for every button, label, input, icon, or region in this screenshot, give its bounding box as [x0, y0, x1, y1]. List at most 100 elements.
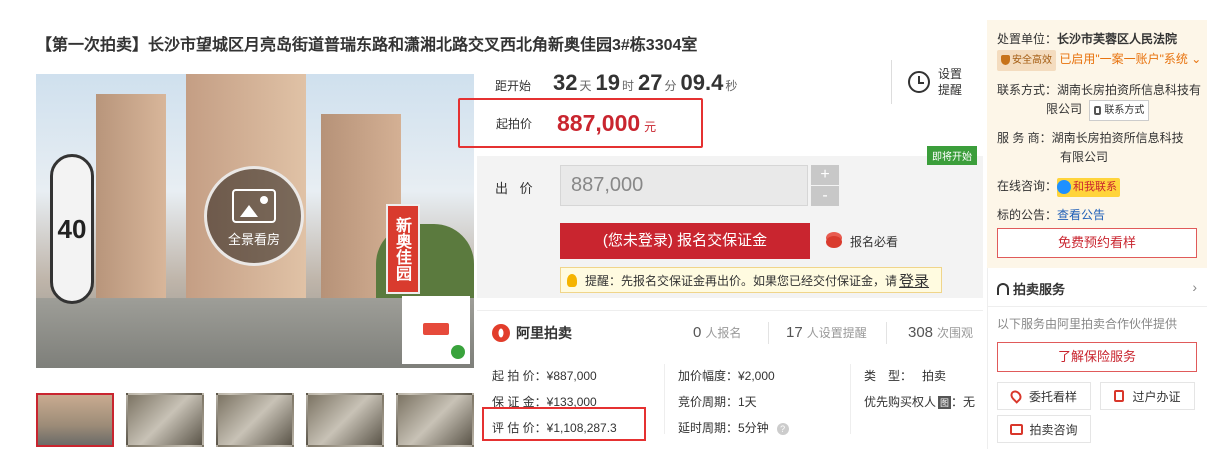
tip-text: 提醒：先报名交保证金再出价。如果您已经交付保证金，请 [585, 273, 898, 288]
divider [891, 60, 892, 104]
countdown-days-unit: 天 [579, 79, 592, 93]
divider [768, 322, 769, 344]
wechat-icon [451, 345, 465, 359]
services-desc: 以下服务由阿里拍卖合作伙伴提供 [997, 317, 1178, 331]
reminder-count: 17 人设置提醒 [786, 324, 867, 341]
headset-icon [997, 283, 1009, 295]
auction-consult-button[interactable]: 拍卖咨询 [997, 415, 1091, 443]
help-icon[interactable]: ? [776, 423, 789, 435]
countdown-seconds: 09.4 [680, 70, 724, 95]
document-icon [1114, 390, 1125, 402]
court-label: 处置单位： [997, 32, 1058, 46]
auction-consult-label: 拍卖咨询 [1029, 422, 1078, 437]
detail-increment: 加价幅度：¥2,000 [678, 369, 775, 383]
entrust-viewing-label: 委托看样 [1028, 389, 1077, 404]
countdown-hours: 19 [595, 70, 620, 95]
login-tip: 提醒：先报名交保证金再出价。如果您已经交付保证金，请 登录 [560, 267, 942, 293]
countdown-minutes-unit: 分 [664, 79, 677, 93]
detail-appraisal: 评 估 价：¥1,108,287.3 [492, 421, 617, 435]
info-tag-icon[interactable]: 图 [938, 396, 952, 409]
countdown-label: 距开始 [495, 79, 532, 93]
ali-auction-brand: 阿里拍卖 [516, 325, 572, 341]
book-viewing-button[interactable]: 免费预约看样 [997, 228, 1197, 258]
detail-type-value: 拍卖 [922, 369, 947, 383]
contact-badge[interactable]: 联系方式 [1089, 100, 1150, 121]
entrust-viewing-button[interactable]: 委托看样 [997, 382, 1091, 410]
detail-priority: 优先购买权人图：无 [864, 393, 975, 410]
safe-badge: 安全高效 [997, 50, 1056, 71]
building-image [96, 94, 166, 324]
view-count-value: 308 [908, 324, 934, 341]
thumbnail[interactable] [306, 393, 384, 447]
one-account-link[interactable]: 已启用"一案一账户"系统 [1059, 52, 1188, 66]
lightbulb-icon [567, 273, 577, 287]
bid-stepper: + - [811, 165, 839, 207]
coins-icon [826, 235, 842, 248]
detail-extension: 延时周期：5分钟? [678, 419, 789, 436]
contact-row-2: 限公司 联系方式 [1046, 100, 1150, 121]
chat-icon [1057, 180, 1072, 195]
set-reminder-label: 设置提醒 [938, 67, 963, 97]
chevron-down-icon[interactable]: ⌄ [1188, 52, 1201, 66]
signup-count-value: 0 [693, 324, 702, 341]
page-title: 【第一次拍卖】长沙市望城区月亮岛街道普瑞东路和潇湘北路交叉西北角新奥佳园3#栋3… [36, 37, 698, 54]
thumbnail[interactable] [216, 393, 294, 447]
detail-priority-value: ：无 [951, 395, 976, 409]
phone-icon [1094, 105, 1102, 115]
chevron-right-icon: › [1192, 279, 1197, 295]
auction-services-title: 拍卖服务 [1013, 282, 1066, 297]
thumbnail[interactable] [396, 393, 474, 447]
divider [886, 322, 887, 344]
contact-me-button[interactable]: 和我联系 [1057, 178, 1121, 197]
countdown: 距开始 32 天 19 时 27 分 09.4 秒 [495, 70, 737, 96]
notice-label: 标的公告： [997, 208, 1058, 222]
auction-services-header[interactable]: 拍卖服务 › [997, 279, 1197, 298]
reminder-count-value: 17 [786, 324, 803, 341]
countdown-days: 32 [553, 70, 578, 95]
clock-icon [908, 71, 930, 93]
contact-badge-label: 联系方式 [1104, 105, 1145, 116]
community-sign-image: 新奥佳园 [386, 204, 420, 294]
detail-start-price: 起 拍 价：¥887,000 [492, 369, 597, 383]
detail-type: 类 型： 拍卖 [864, 367, 946, 384]
service-label: 服 务 商： [997, 131, 1052, 145]
detail-priority-label: 优先购买权人 [864, 395, 937, 409]
thumbnail[interactable] [36, 393, 114, 447]
ali-auction-icon [492, 324, 510, 342]
qr-code [402, 296, 470, 364]
service-value: 湖南长房拍资所信息科技 [1051, 131, 1184, 145]
panorama-button[interactable]: 全景看房 [204, 166, 304, 266]
traffic-sign-image: 40 [50, 154, 100, 334]
signup-deposit-button[interactable]: (您未登录) 报名交保证金 [560, 223, 810, 259]
countdown-minutes: 27 [638, 70, 663, 95]
insurance-button[interactable]: 了解保险服务 [997, 342, 1197, 372]
bid-label: 出 价 [495, 181, 537, 196]
safety-row: 安全高效 已启用"一案一账户"系统 ⌄ [997, 50, 1201, 71]
detail-extension-text: 延时周期：5分钟 [678, 421, 769, 435]
location-pin-icon [1008, 388, 1024, 404]
shield-icon [1001, 55, 1010, 66]
contact-value-2: 限公司 [1046, 102, 1083, 116]
message-icon [1010, 423, 1024, 435]
start-price-box: 起拍价 887,000 元 [458, 98, 703, 148]
court-row: 处置单位：长沙市芙蓉区人民法院 [997, 30, 1177, 49]
safe-badge-label: 安全高效 [1012, 55, 1052, 66]
main-photo[interactable]: 40 新奥佳园 全景看房 [36, 74, 474, 368]
set-reminder-button[interactable]: 设置提醒 [908, 66, 964, 98]
view-count-unit: 次围观 [937, 326, 974, 340]
login-link[interactable]: 登录 [899, 270, 929, 291]
signup-count: 0 人报名 [693, 324, 741, 341]
transfer-button[interactable]: 过户办证 [1100, 382, 1195, 410]
contact-me-label: 和我联系 [1073, 181, 1118, 193]
increase-button[interactable]: + [811, 165, 839, 185]
decrease-button[interactable]: - [811, 186, 839, 206]
signup-count-unit: 人报名 [705, 326, 742, 340]
bid-input[interactable] [560, 165, 808, 206]
consult-row: 在线咨询： 和我联系 [997, 177, 1121, 197]
start-price-value: 887,000 [557, 109, 641, 136]
detail-bid-cycle: 竞价周期：1天 [678, 395, 757, 409]
view-notice-link[interactable]: 查看公告 [1057, 208, 1105, 222]
view-count: 308 次围观 [908, 324, 973, 341]
must-read-link[interactable]: 报名必看 [826, 233, 898, 250]
thumbnail[interactable] [126, 393, 204, 447]
